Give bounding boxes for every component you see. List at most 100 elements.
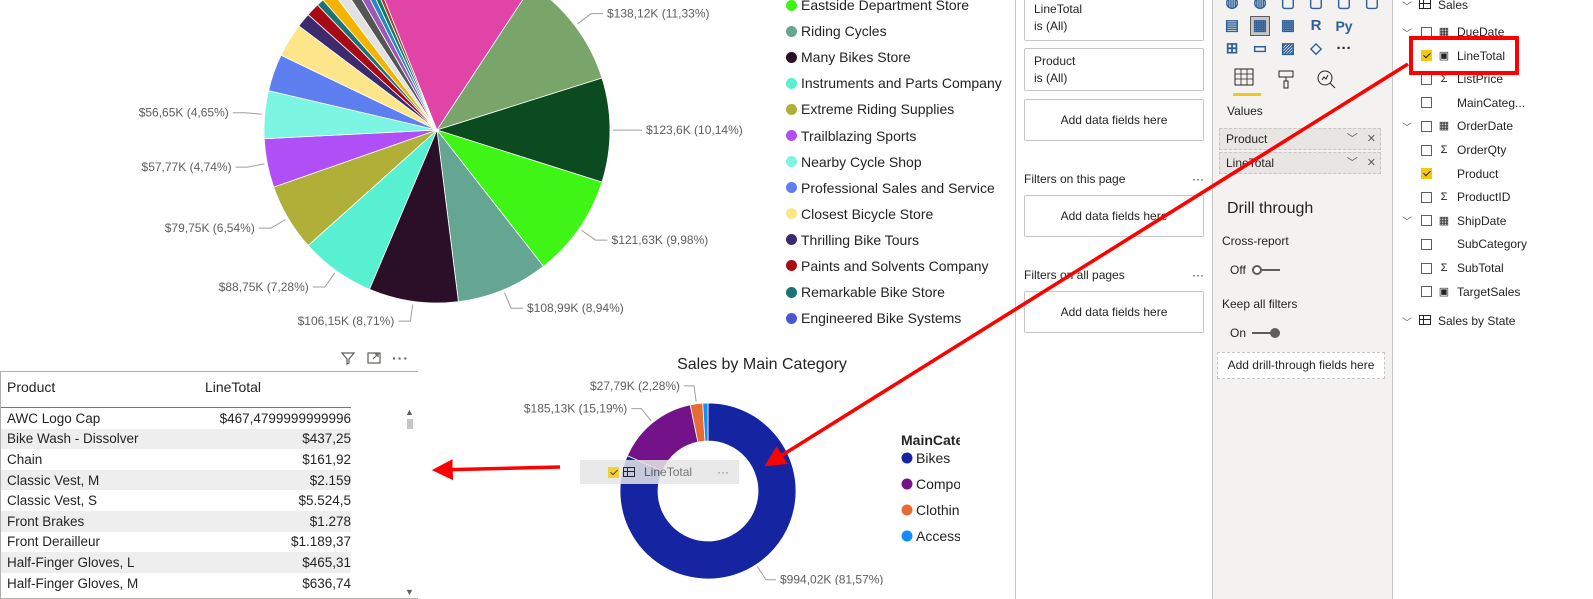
field-item[interactable]: Σ ListPrice [1401,68,1503,90]
donut-legend-label[interactable]: Accessories [916,528,960,544]
legend-item[interactable]: Instruments and Parts Company [786,70,1016,96]
focus-mode-icon[interactable] [366,350,382,369]
table-node-sales[interactable]: ﹀ Sales [1401,0,1468,16]
legend-item[interactable]: Professional Sales and Service [786,175,1016,201]
legend-item[interactable]: Closest Bicycle Store [786,201,1016,227]
more-options-icon[interactable]: ··· [1192,172,1204,186]
keep-filters-toggle[interactable]: On [1230,326,1281,340]
checkbox[interactable] [1421,26,1432,38]
donut-legend-label[interactable]: Clothing [916,502,960,518]
cross-report-toggle[interactable]: Off [1230,263,1280,277]
map-visual-icon[interactable]: ◍ [1223,0,1241,12]
checkbox-checked[interactable] [1421,50,1432,62]
chevron-down-icon[interactable]: ﹀ [1347,157,1358,169]
checkbox[interactable] [1421,120,1432,132]
table-row[interactable]: Half-Finger Gloves, L $465,31 [1,552,351,573]
table-row[interactable]: Front Derailleur $1.189,37 [1,532,351,553]
checkbox-checked[interactable] [1421,168,1432,180]
chevron-down-icon[interactable]: ﹀ [1401,0,1413,13]
kpi-visual-icon[interactable]: ▤ [1223,17,1241,35]
more-visuals-icon[interactable]: ··· [1335,40,1353,58]
values-well-linetotal[interactable]: LineTotal ﹀ ✕ [1219,152,1381,174]
legend-item[interactable]: Many Bikes Store [786,44,1016,70]
legend-item[interactable]: Nearby Cycle Shop [786,149,1016,175]
well-tools[interactable]: ﹀ ✕ [1347,153,1376,173]
field-item[interactable]: SubCategory [1401,233,1527,255]
legend-item[interactable]: Eastside Department Store [786,0,1016,18]
filter-card-product[interactable]: Product is (All) [1024,48,1204,91]
chevron-down-icon[interactable]: ﹀ [1401,119,1413,134]
shape-map-icon[interactable]: ▢ [1279,0,1297,12]
table-row[interactable]: AWC Logo Cap $467,4799999999996 [1,408,351,429]
field-item[interactable]: MainCateg... [1401,92,1525,114]
add-visual-filter-dropzone[interactable]: Add data fields here [1024,99,1204,141]
more-options-icon[interactable]: ··· [392,350,409,369]
pie-chart[interactable]: $138,12K (11,33%) $123,6K (10,14%) $121,63… [0,0,780,350]
fields-tab-icon[interactable] [1233,66,1261,96]
filter-card-linetotal[interactable]: LineTotal is (All) [1024,0,1204,41]
checkbox[interactable] [1421,215,1432,227]
field-item[interactable]: ﹀ ▦ DueDate [1401,21,1504,43]
checkbox[interactable] [1421,191,1432,203]
chevron-down-icon[interactable]: ﹀ [1401,213,1413,228]
donut-legend-label[interactable]: Bikes [916,450,950,466]
chevron-down-icon[interactable]: ﹀ [1401,314,1413,329]
field-item[interactable]: Σ ProductID [1401,186,1510,208]
table-row[interactable]: Chain $161,92 [1,449,351,470]
checkbox[interactable] [1421,73,1432,85]
legend-item[interactable]: Riding Cycles [786,18,1016,44]
field-item[interactable]: Product [1401,163,1498,185]
table-row[interactable]: Front Brakes $1.278 [1,510,351,532]
analytics-magnifier-icon[interactable] [1315,68,1337,95]
table-scrollbar[interactable]: ▲ ▼ [404,405,416,599]
legend-item[interactable]: Thrilling Bike Tours [786,227,1016,253]
product-table[interactable]: Product LineTotal AWC Logo Cap $467,47999… [0,371,418,599]
legend-item[interactable]: Extreme Riding Supplies [786,96,1016,122]
table-row[interactable]: Half-Finger Gloves, M $636,74 [1,573,351,594]
chevron-down-icon[interactable]: ﹀ [1401,25,1413,40]
field-item[interactable]: ▣ LineTotal [1401,45,1505,67]
format-paint-roller-icon[interactable] [1275,68,1297,95]
column-header-product[interactable]: Product [7,379,205,395]
checkbox[interactable] [1421,144,1432,156]
table-row[interactable]: Bike Wash - Dissolver $437,25 [1,428,351,450]
add-drill-through-dropzone[interactable]: Add drill-through fields here [1217,352,1385,379]
checkbox[interactable] [1421,262,1432,274]
table-row[interactable]: Classic Vest, S $5.524,5 [1,490,351,511]
field-item[interactable]: ﹀ ▦ OrderDate [1401,115,1513,137]
table-visual-icon[interactable]: ▦ [1250,16,1270,36]
multirow-card-icon[interactable]: ▢ [1363,0,1381,12]
field-item[interactable]: Σ OrderQty [1401,139,1506,161]
table-node-sales-by-state[interactable]: ﹀ Sales by State [1401,310,1515,332]
field-item[interactable]: ﹀ ▦ ShipDate [1401,210,1506,232]
add-all-pages-filter-dropzone[interactable]: Add data fields here [1024,291,1204,333]
close-icon[interactable]: ✕ [1367,133,1376,145]
python-visual-icon[interactable]: Py [1335,17,1353,35]
power-apps-icon[interactable]: ◇ [1307,40,1325,58]
key-influencers-icon[interactable]: ▨ [1279,40,1297,58]
donut-legend-label[interactable]: Components [916,476,960,492]
legend-item[interactable]: Trailblazing Sports [786,122,1016,148]
r-script-icon[interactable]: R [1307,17,1325,35]
checkbox[interactable] [1421,238,1432,250]
legend-item[interactable]: Remarkable Bike Store [786,279,1016,305]
filter-icon[interactable] [340,350,356,369]
add-page-filter-dropzone[interactable]: Add data fields here [1024,195,1204,237]
card-visual-icon[interactable]: ▢ [1335,0,1353,12]
legend-item[interactable]: Engineered Bike Systems [786,305,1016,331]
chevron-down-icon[interactable]: ﹀ [1347,133,1358,145]
filled-map-icon[interactable]: ◍ [1251,0,1269,12]
decomposition-tree-icon[interactable]: ⊞ [1223,40,1241,58]
field-item[interactable]: ▣ TargetSales [1401,281,1520,303]
values-well-product[interactable]: Product ﹀ ✕ [1219,128,1381,150]
legend-item[interactable]: Paints and Solvents Company [786,253,1016,279]
matrix-visual-icon[interactable]: ▦ [1279,17,1297,35]
more-options-icon[interactable]: ··· [1192,268,1204,282]
azure-map-icon[interactable]: ▢ [1307,0,1325,12]
well-tools[interactable]: ﹀ ✕ [1347,129,1376,149]
checkbox[interactable] [1421,97,1432,109]
table-row[interactable]: Classic Vest, M $2.159 [1,469,351,491]
close-icon[interactable]: ✕ [1367,157,1376,169]
column-header-linetotal[interactable]: LineTotal [205,379,261,395]
qa-visual-icon[interactable]: ▭ [1251,40,1269,58]
